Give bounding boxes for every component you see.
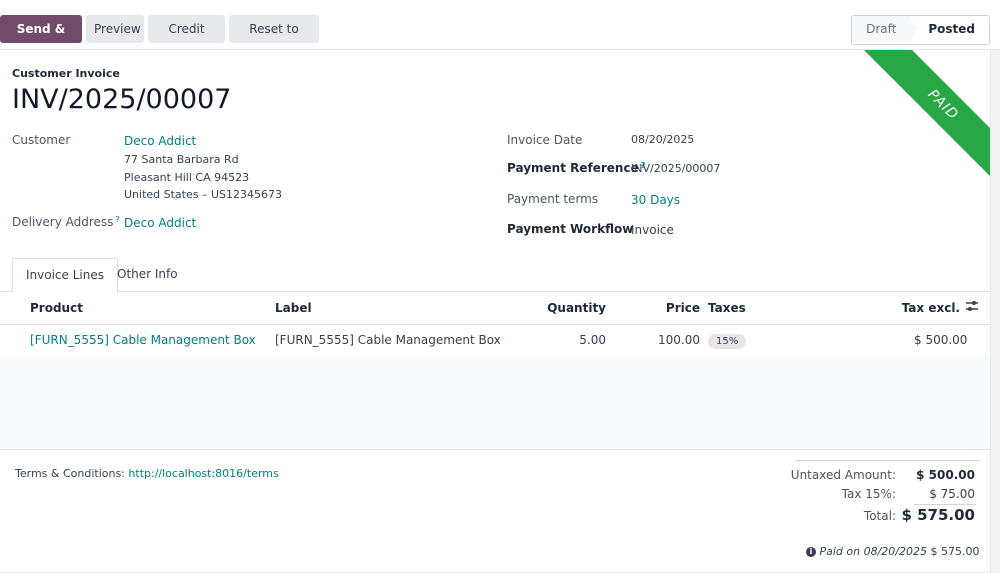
tax-value: $ 75.00 bbox=[929, 487, 975, 501]
row-label[interactable]: [FURN_5555] Cable Management Box bbox=[275, 325, 501, 356]
optional-columns-icon[interactable] bbox=[965, 292, 979, 323]
column-tax-excl[interactable]: Tax excl. bbox=[880, 292, 960, 323]
table-row[interactable]: [FURN_5555] Cable Management Box [FURN_5… bbox=[0, 325, 990, 357]
send-print-button[interactable]: Send & Print bbox=[0, 15, 82, 64]
terms-link[interactable]: http://localhost:8016/terms bbox=[128, 467, 278, 480]
payment-terms-field[interactable]: 30 Days bbox=[631, 193, 680, 207]
empty-row[interactable] bbox=[0, 387, 990, 419]
invoice-date-field[interactable]: 08/20/2025 bbox=[631, 133, 694, 146]
terms-conditions: Terms & Conditions: http://localhost:801… bbox=[15, 467, 279, 480]
row-quantity[interactable]: 5.00 bbox=[540, 325, 606, 356]
column-quantity[interactable]: Quantity bbox=[540, 292, 606, 323]
terms-label: Terms & Conditions: bbox=[15, 467, 125, 480]
payment-workflow-field[interactable]: Invoice bbox=[631, 223, 674, 237]
info-icon[interactable]: i bbox=[806, 547, 816, 557]
column-taxes[interactable]: Taxes bbox=[708, 292, 746, 323]
help-icon[interactable]: ? bbox=[115, 215, 119, 224]
row-product[interactable]: [FURN_5555] Cable Management Box bbox=[30, 325, 256, 356]
control-panel: Send & Print Preview Credit Note Reset t… bbox=[0, 0, 1000, 64]
invoice-type: Customer Invoice bbox=[12, 67, 120, 80]
invoice-number: INV/2025/00007 bbox=[12, 84, 232, 115]
tax-label: Tax 15%: bbox=[841, 487, 896, 501]
status-bar: Draft Posted bbox=[851, 15, 990, 45]
table-header: Product Label Quantity Price Taxes Tax e… bbox=[0, 292, 990, 325]
row-taxes[interactable]: 15% bbox=[708, 325, 747, 356]
address-line3: United States – US12345673 bbox=[124, 188, 283, 201]
paid-label: Paid on 08/20/2025 bbox=[819, 545, 928, 558]
address-line2: Pleasant Hill CA 94523 bbox=[124, 171, 250, 184]
tab-other-info[interactable]: Other Info bbox=[104, 258, 191, 291]
payment-reference-field[interactable]: INV/2025/00007 bbox=[631, 162, 720, 175]
customer-label: Customer bbox=[12, 133, 71, 147]
delivery-label: Delivery Address? bbox=[12, 215, 120, 229]
paid-ribbon: PAID bbox=[863, 50, 990, 185]
untaxed-value: $ 500.00 bbox=[916, 468, 975, 482]
invoice-date-label: Invoice Date bbox=[507, 133, 583, 147]
preview-button[interactable]: Preview bbox=[86, 15, 144, 43]
notebook-tabs: Invoice Lines Other Info bbox=[0, 258, 990, 293]
tab-invoice-lines[interactable]: Invoice Lines bbox=[12, 258, 118, 293]
untaxed-label: Untaxed Amount: bbox=[790, 468, 896, 482]
delivery-field[interactable]: Deco Addict bbox=[124, 216, 196, 230]
invoice-sheet: PAID Customer Invoice INV/2025/00007 Cus… bbox=[0, 49, 991, 573]
customer-field[interactable]: Deco Addict bbox=[124, 134, 196, 148]
address-line1: 77 Santa Barbara Rd bbox=[124, 153, 239, 166]
tax-badge: 15% bbox=[708, 334, 747, 349]
empty-row[interactable] bbox=[0, 356, 990, 388]
row-price[interactable]: 100.00 bbox=[640, 325, 700, 356]
total-value: $ 575.00 bbox=[901, 506, 975, 524]
column-label[interactable]: Label bbox=[275, 292, 312, 323]
status-draft[interactable]: Draft bbox=[852, 16, 911, 42]
totals-divider bbox=[795, 460, 980, 461]
payment-line: i Paid on 08/20/2025 $ 575.00 bbox=[806, 545, 980, 558]
paid-value: $ 575.00 bbox=[930, 545, 980, 558]
reset-draft-button[interactable]: Reset to Draft bbox=[229, 15, 319, 64]
payment-workflow-label: Payment Workflow bbox=[507, 222, 634, 236]
row-tax-excl: $ 500.00 bbox=[914, 333, 968, 347]
credit-note-button[interactable]: Credit Note bbox=[148, 15, 225, 64]
payment-terms-label: Payment terms bbox=[507, 192, 599, 206]
column-price[interactable]: Price bbox=[640, 292, 700, 323]
total-divider bbox=[914, 504, 976, 505]
total-label: Total: bbox=[863, 509, 896, 523]
payment-reference-label: Payment Reference? bbox=[507, 161, 646, 175]
empty-row[interactable] bbox=[0, 418, 990, 450]
status-posted[interactable]: Posted bbox=[909, 16, 989, 42]
column-product[interactable]: Product bbox=[30, 292, 83, 323]
